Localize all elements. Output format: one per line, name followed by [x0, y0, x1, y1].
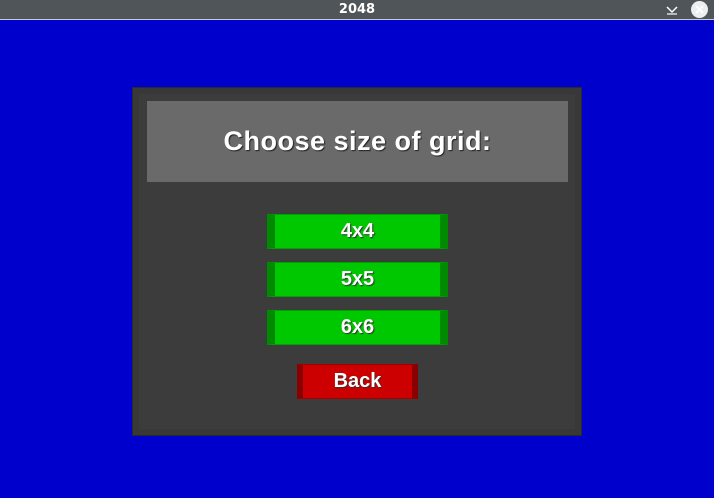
dialog-header: Choose size of grid:: [147, 101, 568, 182]
grid-5x5-button[interactable]: 5x5: [267, 262, 448, 297]
back-button[interactable]: Back: [297, 364, 418, 399]
dialog-title: Choose size of grid:: [223, 126, 492, 156]
minimize-button[interactable]: [663, 1, 681, 19]
grid-4x4-button[interactable]: 4x4: [267, 214, 448, 249]
close-button[interactable]: [691, 1, 708, 18]
close-icon: [695, 5, 704, 14]
grid-size-dialog: Choose size of grid: 4x4 5x5 6x6 Back: [132, 87, 582, 436]
grid-6x6-button[interactable]: 6x6: [267, 310, 448, 345]
window-titlebar: 2048: [0, 0, 714, 20]
chevron-down-icon: [666, 6, 678, 15]
window-title: 2048: [338, 2, 376, 17]
